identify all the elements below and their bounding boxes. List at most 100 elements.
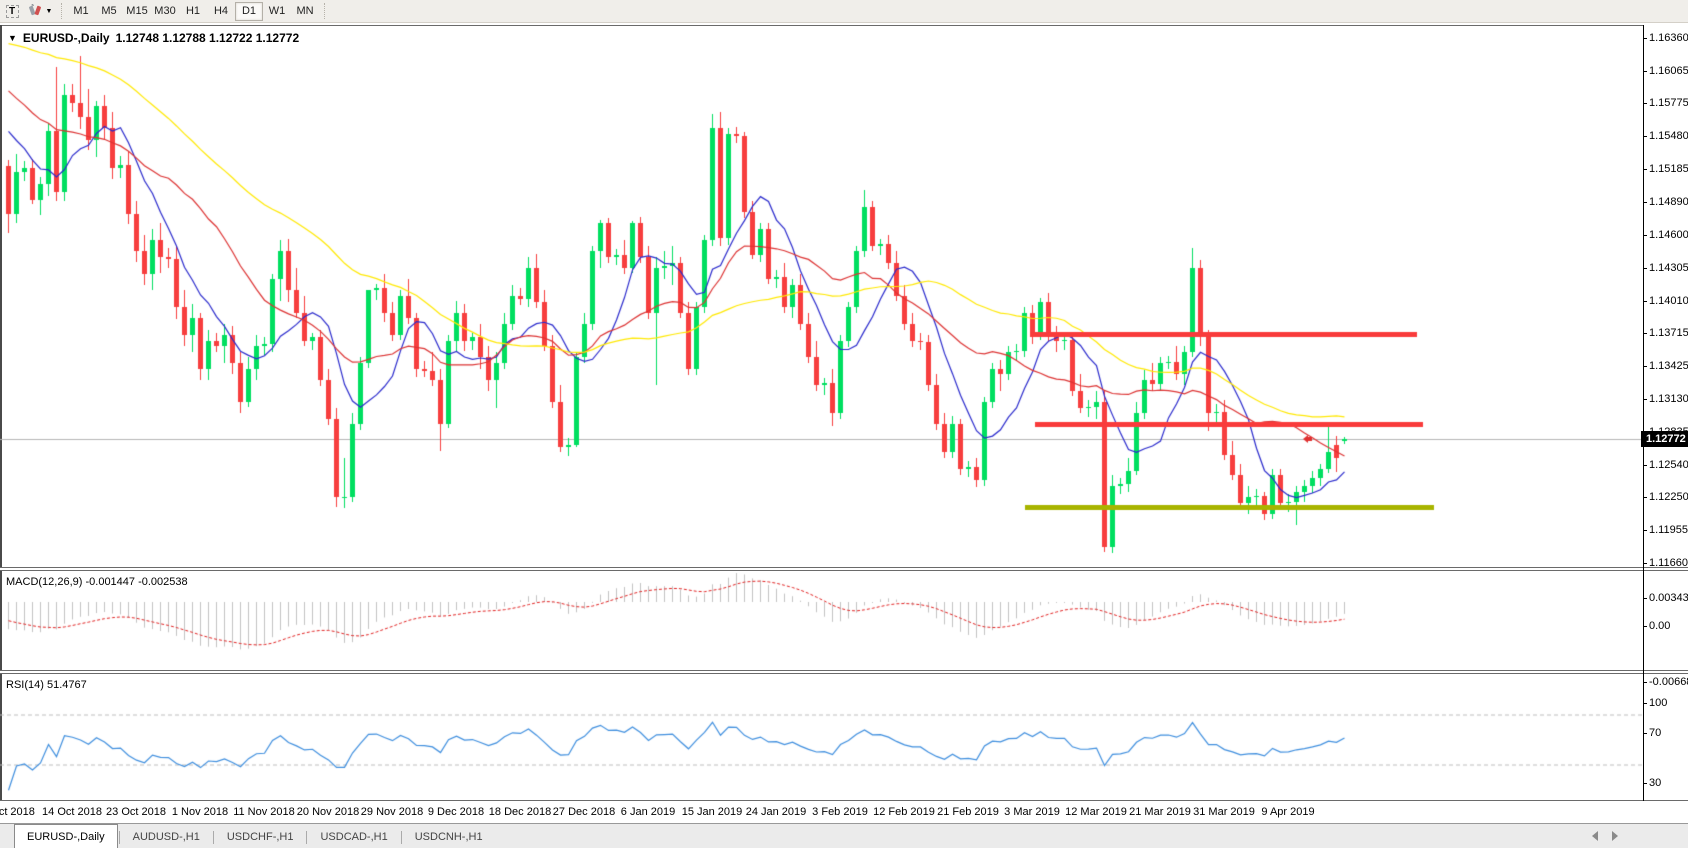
rsi-axis-label: 30: [1649, 777, 1661, 789]
chart-tab-eurusd[interactable]: EURUSD-,Daily: [14, 824, 118, 848]
axis-tick: [1643, 136, 1647, 137]
macd-canvas[interactable]: [0, 571, 1643, 667]
date-axis-label: 27 Dec 2018: [553, 806, 615, 818]
date-axis-label: 18 Dec 2018: [489, 806, 551, 818]
price-axis-label: 1.15480: [1649, 130, 1688, 142]
rsi-axis-label: 70: [1649, 727, 1661, 739]
date-axis-label: 4 Oct 2018: [0, 806, 35, 818]
price-axis-label: 1.14305: [1649, 262, 1688, 274]
date-axis-label: 15 Jan 2019: [682, 806, 743, 818]
chart-tab-usdcnh[interactable]: USDCNH-,H1: [403, 826, 495, 848]
date-axis-label: 21 Feb 2019: [937, 806, 999, 818]
tab-scroll-left-icon[interactable]: [1592, 831, 1598, 841]
trading-terminal-window: T ▼ M1M5M15M30H1H4D1W1MN: [0, 0, 1688, 848]
date-axis-label: 3 Feb 2019: [812, 806, 868, 818]
macd-indicator-label: MACD(12,26,9) -0.001447 -0.002538: [6, 576, 188, 588]
date-axis-label: 9 Apr 2019: [1261, 806, 1314, 818]
price-axis-line: [1643, 25, 1644, 801]
chart-tab-bar: EURUSD-,DailyAUDUSD-,H1USDCHF-,H1USDCAD-…: [0, 823, 1688, 848]
date-axis-label: 31 Mar 2019: [1193, 806, 1255, 818]
axis-tick: [1643, 366, 1647, 367]
rsi-canvas[interactable]: [0, 674, 1643, 800]
date-axis-label: 11 Nov 2018: [233, 806, 295, 818]
tab-separator: [401, 831, 402, 844]
price-axis-label: 1.16065: [1649, 65, 1688, 77]
axis-tick: [1643, 465, 1647, 466]
text-tool-button[interactable]: T: [1, 2, 23, 21]
axis-tick: [1643, 497, 1647, 498]
axis-tick: [1643, 169, 1647, 170]
toolbar-separator: [61, 3, 62, 19]
date-axis-label: 14 Oct 2018: [42, 806, 102, 818]
axis-tick: [1643, 598, 1647, 599]
timeframe-button-h4[interactable]: H4: [207, 2, 235, 21]
toolbar: T ▼ M1M5M15M30H1H4D1W1MN: [0, 0, 1688, 23]
axis-tick: [1643, 71, 1647, 72]
timeframe-button-m15[interactable]: M15: [123, 2, 151, 21]
price-axis-label: 1.14600: [1649, 229, 1688, 241]
timeframe-button-m30[interactable]: M30: [151, 2, 179, 21]
axis-tick: [1643, 103, 1647, 104]
main-chart-canvas[interactable]: [0, 26, 1643, 567]
panel-divider[interactable]: [0, 567, 1688, 571]
axis-tick: [1643, 783, 1647, 784]
timeframe-button-mn[interactable]: MN: [291, 2, 319, 21]
axis-tick: [1643, 38, 1647, 39]
timeframe-button-d1[interactable]: D1: [235, 2, 263, 21]
axis-tick: [1643, 626, 1647, 627]
date-axis: 4 Oct 2018 14 Oct 2018 23 Oct 2018 1 Nov 20…: [0, 801, 1688, 823]
chart-dropdown-icon[interactable]: ▼: [8, 33, 17, 43]
axis-tick: [1643, 202, 1647, 203]
tab-separator: [306, 831, 307, 844]
rsi-indicator-label: RSI(14) 51.4767: [6, 679, 87, 691]
chart-tab-audusd[interactable]: AUDUSD-,H1: [121, 826, 212, 848]
chart-tab-usdcad[interactable]: USDCAD-,H1: [308, 826, 399, 848]
current-price-tag: 1.12772: [1641, 431, 1688, 447]
price-axis-label: 1.11955: [1649, 524, 1688, 536]
macd-axis-label: -0.006686: [1649, 676, 1688, 688]
axis-tick: [1643, 563, 1647, 564]
price-axis-label: 1.13130: [1649, 393, 1688, 405]
toolbar-separator: [324, 3, 325, 19]
price-axis-label: 1.15775: [1649, 97, 1688, 109]
tab-scroll-right-icon[interactable]: [1612, 831, 1618, 841]
date-axis-label: 12 Feb 2019: [873, 806, 935, 818]
rsi-axis-label: 100: [1649, 697, 1667, 709]
timeframe-button-m5[interactable]: M5: [95, 2, 123, 21]
date-axis-label: 12 Mar 2019: [1065, 806, 1127, 818]
axis-tick: [1643, 333, 1647, 334]
price-axis-label: 1.14890: [1649, 196, 1688, 208]
price-axis-label: 1.12250: [1649, 491, 1688, 503]
axis-tick: [1643, 399, 1647, 400]
tab-separator: [213, 831, 214, 844]
timeframe-button-h1[interactable]: H1: [179, 2, 207, 21]
chart-ohlc-quote: 1.12748 1.12788 1.12722 1.12772: [116, 31, 300, 45]
price-axis-label: 1.13425: [1649, 360, 1688, 372]
crayons-icon: [28, 4, 44, 18]
tab-scroll-arrows: [1592, 831, 1618, 841]
price-axis-label: 1.15185: [1649, 163, 1688, 175]
tab-separator: [119, 831, 120, 844]
chart-tab-usdchf[interactable]: USDCHF-,H1: [215, 826, 306, 848]
date-axis-label: 20 Nov 2018: [297, 806, 359, 818]
price-axis-label: 1.13715: [1649, 327, 1688, 339]
date-axis-label: 24 Jan 2019: [746, 806, 807, 818]
colors-tool-button[interactable]: ▼: [25, 2, 55, 21]
chart-region: ▼ EURUSD-,Daily 1.12748 1.12788 1.12722 …: [0, 25, 1688, 823]
date-axis-label: 9 Dec 2018: [428, 806, 484, 818]
date-axis-label: 23 Oct 2018: [106, 806, 166, 818]
timeframe-button-w1[interactable]: W1: [263, 2, 291, 21]
price-axis-label: 1.12540: [1649, 459, 1688, 471]
axis-tick: [1643, 301, 1647, 302]
axis-tick: [1643, 268, 1647, 269]
axis-tick: [1643, 703, 1647, 704]
chart-title: ▼ EURUSD-,Daily 1.12748 1.12788 1.12722 …: [8, 31, 299, 45]
price-axis-label: 1.16360: [1649, 32, 1688, 44]
panel-divider[interactable]: [0, 670, 1688, 674]
axis-tick: [1643, 682, 1647, 683]
date-axis-label: 6 Jan 2019: [621, 806, 675, 818]
date-axis-label: 1 Nov 2018: [172, 806, 228, 818]
timeframe-button-m1[interactable]: M1: [67, 2, 95, 21]
date-axis-label: 21 Mar 2019: [1129, 806, 1191, 818]
date-axis-label: 3 Mar 2019: [1004, 806, 1060, 818]
